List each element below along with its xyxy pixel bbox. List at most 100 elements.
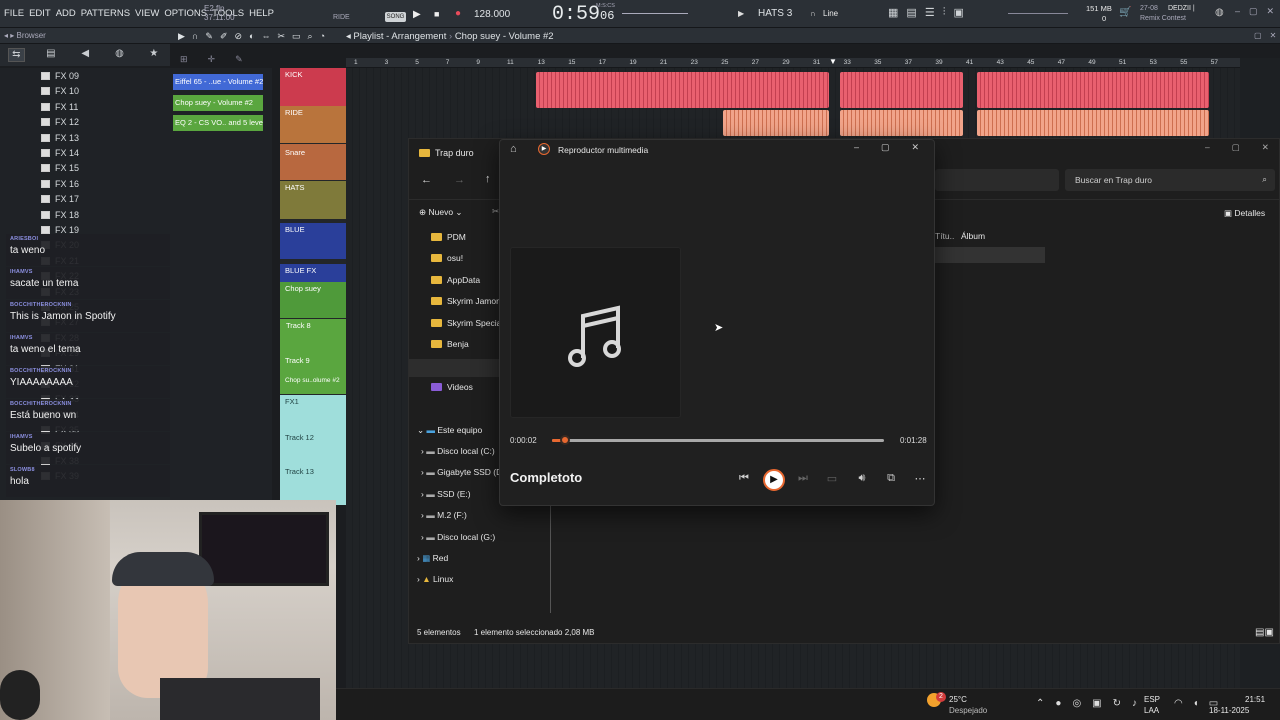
draw-tool-icon[interactable]: ✎ [205,31,213,42]
pattern-selector[interactable]: HATS 3 [758,8,792,19]
seek-bar[interactable] [552,435,884,445]
nav-drive[interactable]: › ▬ Disco local (G:) [421,532,495,542]
maximize-icon[interactable]: ▢ [1232,142,1240,153]
list-view-icon[interactable]: ▤▣ [1255,627,1274,638]
nav-item[interactable]: Videos [431,382,473,392]
nav-this-pc[interactable]: ⌄ ▬ Este equipo [417,425,482,436]
browser-item[interactable]: FX 16 [41,179,79,189]
pattern-item[interactable]: EQ 2 - CS VO.. and 5 levels [173,115,263,131]
track-header-blue[interactable]: BLUE [280,223,346,259]
volume-icon[interactable]: 🔊︎ [854,472,870,485]
menu-item[interactable]: HELP [249,8,274,19]
slice-tool-icon[interactable]: ✂ [277,31,285,42]
piano-roll-icon[interactable]: ▤ [906,6,916,19]
audio-clip-kick[interactable] [536,72,829,108]
delete-tool-icon[interactable]: ⊘ [234,31,242,42]
snap-selector[interactable]: Line [823,9,838,19]
home-icon[interactable]: ⌂ [510,143,517,155]
track-header-chop-suey-vol2[interactable]: Chop su..olume #2 [280,374,346,394]
playlist-pattern[interactable]: Chop suey - Volume #2 [455,31,554,42]
minimize-icon[interactable]: – [1205,142,1210,153]
menu-item[interactable]: OPTIONS [164,8,207,19]
clock-time[interactable]: 21:51 [1245,695,1265,705]
browser-arrows-icon[interactable]: ◂ ▸ [4,31,16,40]
tempo-display[interactable]: 128.000 [474,9,510,20]
browser-item[interactable]: FX 12 [41,117,79,127]
close-icon[interactable]: ✕ [1267,6,1275,17]
browser-item[interactable]: FX 09 [41,71,79,81]
audio-clip-ride[interactable] [723,110,829,136]
clock-date[interactable]: 18-11-2025 [1209,706,1249,716]
wifi-icon[interactable]: ◠ [1174,698,1183,709]
pattern-tool-c-icon[interactable]: ✎ [235,54,243,66]
browser-all-icon[interactable]: ⇆ [8,48,25,62]
play-button[interactable]: ▶ [413,9,421,20]
playhead-marker-icon[interactable]: ▼ [829,57,837,66]
forward-arrow-icon[interactable]: → [454,174,465,186]
nav-item[interactable]: AppData [431,275,480,285]
search-input[interactable]: Buscar en Trap duro ⌕ [1065,169,1275,191]
song-mode-toggle[interactable]: SONG [385,12,406,22]
select-tool-icon[interactable]: ▭ [292,31,301,42]
next-icon[interactable]: ⏭ [795,472,811,485]
track-header-track-8[interactable]: Track 8 [280,319,346,352]
selected-file-row[interactable] [935,247,1045,263]
tray-update-icon[interactable]: ↻ [1113,698,1121,709]
nav-drive[interactable]: › ▬ Disco local (C:) [421,446,495,456]
nav-item[interactable]: Benja [431,339,469,349]
browser-star-icon[interactable]: ★ [146,48,162,62]
subtitles-icon[interactable]: ▭ [824,472,840,485]
browser-item[interactable]: FX 17 [41,194,79,204]
nav-network[interactable]: › ▦ Red [417,553,448,564]
pattern-next-icon[interactable]: ▶ [738,9,744,18]
browser-item[interactable]: FX 11 [41,102,78,112]
playlist-maximize-icon[interactable]: ▢ [1254,31,1262,40]
tray-mic-icon[interactable]: ♪ [1132,698,1137,709]
slip-tool-icon[interactable]: ⇔ [261,31,270,42]
track-header-track-9[interactable]: Track 9 [280,352,346,374]
globe-icon[interactable]: ◍ [1215,7,1224,18]
magnet-icon[interactable]: ∩ [810,9,816,18]
playlist-icon[interactable]: ▦ [888,6,898,19]
volume-tray-icon[interactable]: ◖ [1193,698,1199,709]
track-header-ride[interactable]: RIDE [280,106,346,143]
pitch-slider[interactable] [622,13,688,14]
address-bar[interactable] [935,169,1059,191]
track-header-track-12[interactable]: Track 12 [280,429,346,463]
menu-item[interactable]: ADD [56,8,76,19]
pattern-item[interactable]: Chop suey - Volume #2 [173,95,263,111]
browser-item[interactable]: FX 13 [41,133,79,143]
play-pause-button[interactable]: ▶ [763,469,785,491]
playback-tool-icon[interactable]: ◔ [320,31,325,42]
nav-item[interactable]: osu! [431,253,463,263]
more-options-icon[interactable]: ⋯ [912,472,928,485]
audio-clip-kick[interactable] [977,72,1209,108]
details-button[interactable]: ▣ Detalles [1224,208,1265,219]
track-header-fx1[interactable]: FX1 [280,395,346,429]
magnet-tool-icon[interactable]: ∩ [192,31,198,42]
stop-button[interactable]: ■ [434,9,439,19]
audio-clip-ride[interactable] [840,110,963,136]
cart-icon[interactable]: 🛒 [1119,7,1131,18]
track-header-chop-suey[interactable]: Chop suey [280,282,346,318]
menu-item[interactable]: FILE [4,8,24,19]
pattern-tool-b-icon[interactable]: ✛ [208,54,216,66]
pattern-item[interactable]: Eiffel 65 - ..ue - Volume #2 [173,74,263,90]
mute-tool-icon[interactable]: ◐ [249,31,254,42]
nav-drive[interactable]: › ▬ SSD (E:) [421,489,471,499]
browser-files-icon[interactable]: ▤ [43,48,59,62]
minimize-icon[interactable]: – [1235,6,1240,17]
zoom-tool-icon[interactable]: ⌕ [308,31,313,42]
track-header-hats[interactable]: HATS [280,181,346,219]
lang-code[interactable]: ESP [1144,695,1160,705]
seek-thumb[interactable] [560,435,571,445]
track-header-blue-fx[interactable]: BLUE FX [280,264,346,282]
close-icon[interactable]: ✕ [912,142,920,153]
track-header-track-13[interactable]: Track 13 [280,463,346,505]
maximize-icon[interactable]: ▢ [881,142,890,153]
up-arrow-icon[interactable]: ↑ [485,173,491,185]
pane-divider[interactable] [550,505,551,613]
browser-item[interactable]: FX 18 [41,210,79,220]
track-header-kick[interactable]: KICK [280,68,346,106]
browser-item[interactable]: FX 14 [41,148,79,158]
